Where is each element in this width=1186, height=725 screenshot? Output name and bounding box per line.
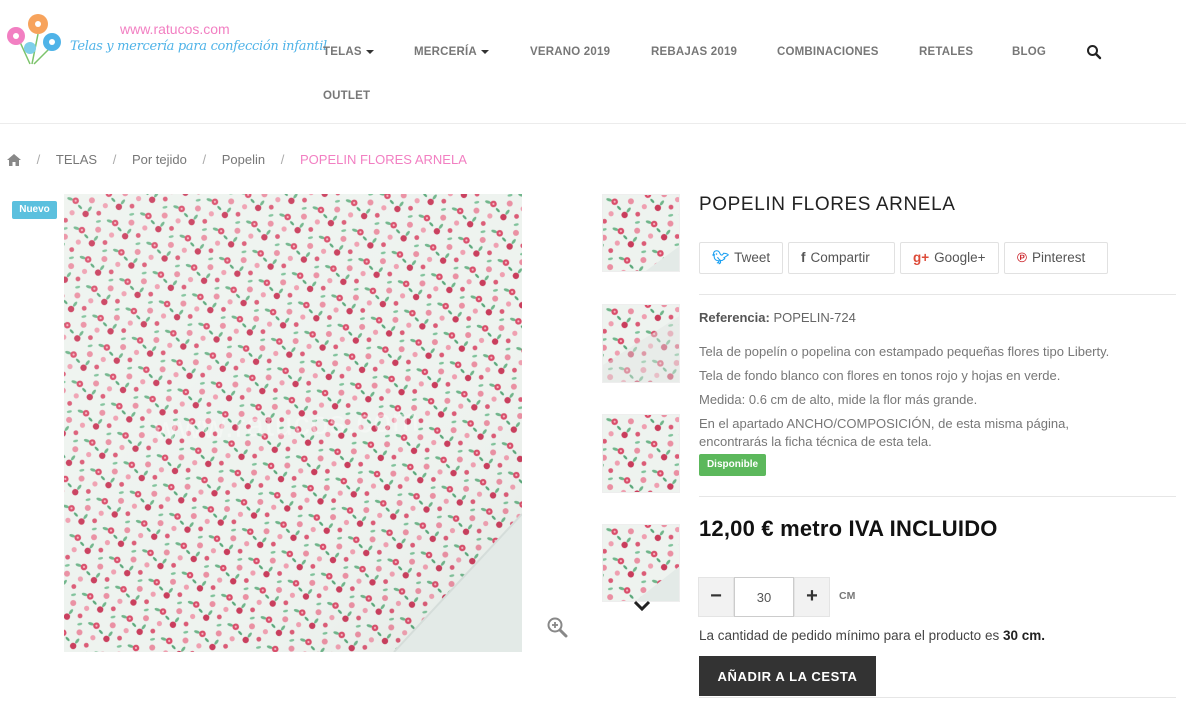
google-plus-button[interactable]: g+ Google+ xyxy=(900,242,999,274)
logo-url: www.ratucos.com xyxy=(120,21,230,37)
breadcrumb-separator: / xyxy=(280,152,285,168)
thumbnail-image xyxy=(603,305,679,382)
product-reference: Referencia: POPELIN-724 xyxy=(699,310,856,325)
chevron-down-icon[interactable] xyxy=(631,598,653,614)
description-line: Tela de popelín o popelina con estampado… xyxy=(699,344,1110,359)
search-icon[interactable] xyxy=(1086,44,1102,60)
breadcrumb-item-por-tejido[interactable]: Por tejido xyxy=(132,152,187,167)
thumbnail-image xyxy=(603,195,679,271)
home-icon[interactable] xyxy=(7,153,21,166)
nav-item-verano-2019[interactable]: VERANO 2019 xyxy=(530,46,610,58)
description-line: Tela de fondo blanco con flores en tonos… xyxy=(699,368,1061,383)
facebook-icon: f xyxy=(801,250,806,265)
twitter-icon: 🐦︎ xyxy=(712,250,730,265)
breadcrumb-separator: / xyxy=(112,152,117,168)
pinterest-button[interactable]: ℗ Pinterest xyxy=(1004,242,1108,274)
breadcrumb: / TELAS / Por tejido / Popelin / POPELIN… xyxy=(7,151,467,169)
nav-item-merceria[interactable]: MERCERÍA xyxy=(414,46,489,58)
pinterest-icon: ℗ xyxy=(1017,250,1027,265)
quantity-unit: CM xyxy=(839,590,856,602)
divider xyxy=(699,294,1176,295)
thumbnail-image xyxy=(603,525,679,601)
facebook-share-button[interactable]: f Compartir xyxy=(788,242,895,274)
logo-flowers-icon xyxy=(7,14,61,65)
reference-label: Referencia: xyxy=(699,310,770,325)
nav-item-retales[interactable]: RETALES xyxy=(919,46,973,58)
nav-item-outlet[interactable]: OUTLET xyxy=(323,90,370,102)
product-description: Tela de popelín o popelina con estampado… xyxy=(699,340,1179,451)
breadcrumb-separator: / xyxy=(36,152,41,168)
product-title: POPELIN FLORES ARNELA xyxy=(699,194,956,215)
zoom-in-icon[interactable] xyxy=(546,616,568,638)
thumbnail-image xyxy=(603,415,679,492)
logo-tagline: Telas y mercería para confección infanti… xyxy=(70,39,327,54)
breadcrumb-item-telas[interactable]: TELAS xyxy=(56,152,97,167)
google-plus-icon: g+ xyxy=(913,250,930,265)
divider xyxy=(699,496,1176,497)
quantity-decrease-button[interactable]: − xyxy=(698,577,734,617)
reference-value: POPELIN-724 xyxy=(773,310,856,325)
product-main-image[interactable]: www.ratucos.com xyxy=(64,194,522,652)
product-thumbnail-1[interactable] xyxy=(602,194,680,272)
caret-down-icon xyxy=(480,49,489,54)
new-badge: Nuevo xyxy=(12,201,57,219)
fabric-pattern-image xyxy=(64,194,522,652)
quantity-input[interactable] xyxy=(734,577,794,617)
product-thumbnail-2[interactable] xyxy=(602,304,680,383)
breadcrumb-item-popelin[interactable]: Popelin xyxy=(222,152,265,167)
site-header: www.ratucos.com Telas y mercería para co… xyxy=(0,0,1186,124)
caret-down-icon xyxy=(365,49,374,54)
tweet-button[interactable]: 🐦︎ Tweet xyxy=(699,242,783,274)
product-price: 12,00 € metro IVA INCLUIDO xyxy=(699,516,998,541)
minimum-quantity-note: La cantidad de pedido mínimo para el pro… xyxy=(699,628,1045,643)
breadcrumb-separator: / xyxy=(202,152,207,168)
product-thumbnail-4[interactable] xyxy=(602,524,680,602)
product-thumbnail-3[interactable] xyxy=(602,414,680,493)
nav-item-combinaciones[interactable]: COMBINACIONES xyxy=(777,46,879,58)
add-to-cart-button[interactable]: AÑADIR A LA CESTA xyxy=(699,656,876,696)
breadcrumb-current: POPELIN FLORES ARNELA xyxy=(299,152,467,168)
nav-item-rebajas-2019[interactable]: REBAJAS 2019 xyxy=(651,46,737,58)
description-line: En el apartado ANCHO/COMPOSICIÓN, de est… xyxy=(699,416,1069,449)
availability-badge: Disponible xyxy=(699,454,766,476)
nav-item-telas[interactable]: TELAS xyxy=(323,46,374,58)
divider xyxy=(699,697,1176,698)
site-logo[interactable]: www.ratucos.com Telas y mercería para co… xyxy=(4,12,327,68)
quantity-increase-button[interactable]: + xyxy=(794,577,830,617)
description-line: Medida: 0.6 cm de alto, mide la flor más… xyxy=(699,392,978,407)
nav-item-blog[interactable]: BLOG xyxy=(1012,46,1046,58)
